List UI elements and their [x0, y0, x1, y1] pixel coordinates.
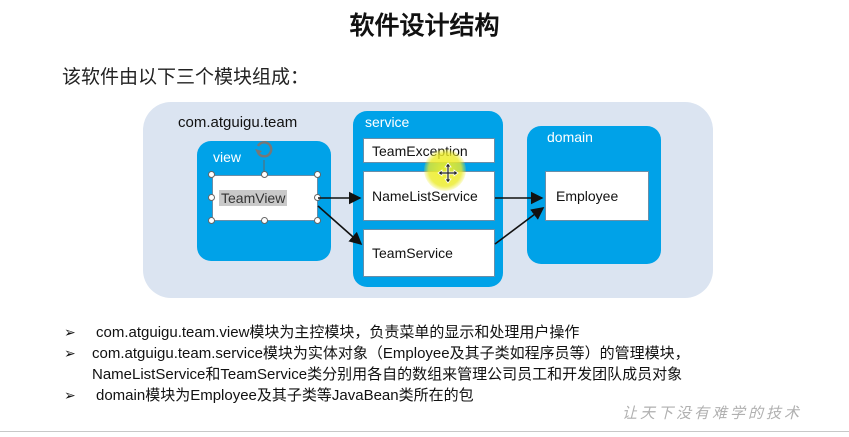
list-item-text: domain模块为Employee及其子类等JavaBean类所在的包 — [96, 387, 474, 404]
rotate-handle-icon — [255, 141, 273, 172]
bullet-arrow-icon: ➢ — [64, 345, 76, 361]
list-item: ➢ com.atguigu.team.service模块为实体对象（Employ… — [64, 343, 844, 364]
list-item-text: com.atguigu.team.service模块为实体对象（Employee… — [92, 345, 690, 362]
bullet-arrow-icon: ➢ — [64, 324, 76, 340]
move-cursor-icon — [437, 162, 459, 184]
arrow-teamview-to-teamservice — [317, 205, 363, 246]
description-list: ➢ com.atguigu.team.view模块为主控模块，负责菜单的显示和处… — [64, 322, 844, 406]
arrow-teamservice-to-employee — [494, 207, 545, 245]
bottom-divider — [0, 431, 849, 432]
watermark: 让天下没有难学的技术 — [622, 404, 803, 422]
list-item-text: com.atguigu.team.view模块为主控模块，负责菜单的显示和处理用… — [96, 324, 580, 341]
bullet-arrow-icon: ➢ — [64, 387, 76, 403]
list-item: ➢ com.atguigu.team.view模块为主控模块，负责菜单的显示和处… — [64, 322, 844, 343]
list-item-continuation: NameListService和TeamService类分别用各自的数组来管理公… — [92, 366, 683, 383]
